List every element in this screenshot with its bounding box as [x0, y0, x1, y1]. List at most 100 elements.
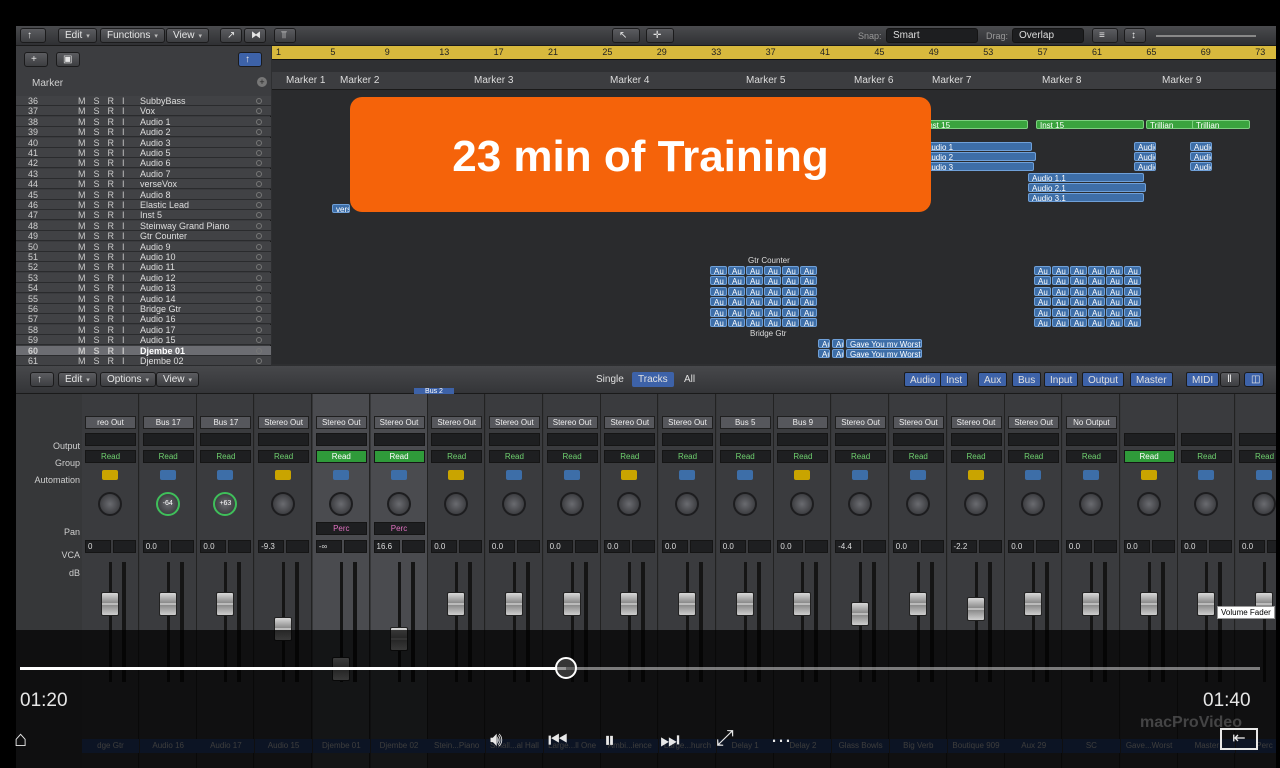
marker-label[interactable]: Marker 2	[340, 75, 379, 86]
mute-solo-record-buttons[interactable]: MSRI	[78, 252, 133, 262]
region[interactable]: Au	[764, 307, 781, 317]
group-slot[interactable]	[373, 433, 425, 446]
automation-mode[interactable]: Read	[1123, 450, 1175, 463]
track-row[interactable]: 50 MSRI Audio 9	[16, 241, 271, 252]
region[interactable]: Au	[1088, 318, 1105, 327]
mute-solo-record-buttons[interactable]: MSRI	[78, 210, 133, 220]
region[interactable]: Au	[782, 318, 799, 327]
volume-fader[interactable]	[620, 592, 639, 616]
marker-label[interactable]: Marker 7	[932, 75, 971, 86]
volume-fader[interactable]	[101, 592, 119, 616]
output-slot[interactable]: Stereo Out	[373, 416, 425, 429]
region[interactable]: Au	[1106, 276, 1123, 286]
pan-knob[interactable]	[386, 492, 411, 516]
mixer-edit-menu[interactable]: Edit ▾	[58, 372, 97, 387]
pan-knob[interactable]	[98, 492, 122, 516]
group-slot[interactable]	[835, 433, 887, 446]
region[interactable]: Au	[1034, 266, 1051, 275]
track-row[interactable]: 53 MSRI Audio 12	[16, 272, 271, 283]
track-row[interactable]: 55 MSRI Audio 14	[16, 293, 271, 304]
group-slot[interactable]	[777, 433, 829, 446]
mute-solo-record-buttons[interactable]: MSRI	[78, 346, 133, 356]
group-slot[interactable]	[258, 433, 310, 446]
fullscreen-icon[interactable]: ⤢	[716, 727, 734, 749]
region[interactable]: Au	[764, 286, 781, 296]
region[interactable]: Au	[1106, 297, 1123, 307]
group-slot[interactable]	[85, 433, 136, 446]
mute-solo-record-buttons[interactable]: MSRI	[78, 127, 133, 137]
pan-knob[interactable]	[790, 492, 815, 516]
track-row[interactable]: 45 MSRI Audio 8	[16, 189, 271, 200]
region[interactable]: Au	[710, 266, 727, 275]
mute-solo-record-buttons[interactable]: MSRI	[78, 242, 133, 252]
folder-icon[interactable]: ▣	[56, 52, 80, 67]
volume-fader[interactable]	[216, 592, 235, 616]
edit-menu[interactable]: Edit ▾	[58, 28, 97, 43]
group-slot[interactable]	[719, 433, 771, 446]
mixer-filter-button[interactable]: Audio	[904, 372, 942, 387]
region[interactable]: Audio 2.1	[1028, 183, 1146, 192]
region[interactable]: Au	[800, 286, 817, 296]
automation-mode[interactable]: Read	[1239, 450, 1276, 463]
region[interactable]: Audio	[1134, 162, 1156, 171]
marker-label[interactable]: Marker 4	[610, 75, 649, 86]
mixer-filter-button[interactable]: MIDI	[1186, 372, 1220, 387]
region[interactable]: Inst 15	[922, 120, 1028, 129]
region[interactable]: Audio	[1190, 142, 1212, 151]
marker-label[interactable]: Marker 9	[1162, 75, 1201, 86]
region[interactable]: Au	[1070, 276, 1087, 286]
region[interactable]: Audio	[1134, 152, 1156, 161]
track-row[interactable]: 40 MSRI Audio 3	[16, 137, 271, 148]
marker-label[interactable]: Marker 1	[286, 75, 325, 86]
volume-fader[interactable]	[504, 592, 523, 616]
marker-label[interactable]: Marker 6	[854, 75, 893, 86]
snap-select[interactable]: Smart	[886, 28, 978, 43]
region[interactable]: Audio	[1190, 162, 1212, 171]
output-slot[interactable]: Stereo Out	[431, 416, 483, 429]
output-slot[interactable]: Bus 5	[719, 416, 771, 429]
mute-solo-record-buttons[interactable]: MSRI	[78, 179, 133, 189]
output-slot[interactable]: Bus 17	[200, 416, 252, 429]
automation-mode[interactable]: Read	[546, 450, 598, 463]
mute-solo-record-buttons[interactable]: MSRI	[78, 190, 133, 200]
mixer-filter-button[interactable]: Output	[1082, 372, 1125, 387]
region[interactable]: Au	[1052, 318, 1069, 327]
output-slot[interactable]: No Output	[1065, 416, 1117, 429]
more-icon[interactable]: …	[770, 724, 792, 746]
region[interactable]: Au	[832, 339, 844, 348]
single-tab[interactable]: Single	[590, 372, 630, 387]
region[interactable]: Au	[1052, 297, 1069, 307]
region[interactable]: Au	[1034, 318, 1051, 327]
track-row[interactable]: 58 MSRI Audio 17	[16, 324, 271, 335]
region[interactable]: Au	[782, 276, 799, 286]
mute-solo-record-buttons[interactable]: MSRI	[78, 96, 133, 106]
region[interactable]: Gave You my Worst	[846, 349, 922, 359]
pan-knob[interactable]	[675, 492, 699, 516]
output-slot[interactable]: Bus 17	[142, 416, 194, 429]
automation-mode[interactable]: Read	[892, 450, 944, 463]
volume-fader[interactable]	[793, 592, 812, 616]
track-row[interactable]: 39 MSRI Audio 2	[16, 127, 271, 138]
region[interactable]: Au	[1034, 286, 1051, 296]
region[interactable]: Audio	[1190, 152, 1212, 161]
region[interactable]: Au	[1106, 307, 1123, 317]
pan-knob[interactable]	[444, 492, 469, 516]
volume-icon[interactable]: 🔊︎	[490, 729, 503, 751]
region[interactable]: Au	[746, 266, 763, 275]
track-row[interactable]: 38 MSRI Audio 1	[16, 116, 271, 127]
mute-solo-record-buttons[interactable]: MSRI	[78, 106, 133, 116]
region[interactable]: Au	[1124, 297, 1141, 307]
vca-slot[interactable]: Perc	[373, 522, 425, 535]
mute-solo-record-buttons[interactable]: MSRI	[78, 273, 133, 283]
volume-fader[interactable]	[1139, 592, 1158, 616]
marker-label[interactable]: Marker 8	[1042, 75, 1081, 86]
automation-mode[interactable]: Read	[431, 450, 483, 463]
output-slot[interactable]: Stereo Out	[546, 416, 598, 429]
region[interactable]: Gave You my Worst	[846, 339, 922, 348]
track-row[interactable]: 57 MSRI Audio 16	[16, 314, 271, 325]
filter-icon[interactable]: ⫪	[274, 28, 296, 43]
region[interactable]: Au	[710, 286, 727, 296]
waveform-zoom-icon[interactable]: ≡	[1092, 28, 1118, 43]
mute-solo-record-buttons[interactable]: MSRI	[78, 231, 133, 241]
group-slot[interactable]	[546, 433, 598, 446]
